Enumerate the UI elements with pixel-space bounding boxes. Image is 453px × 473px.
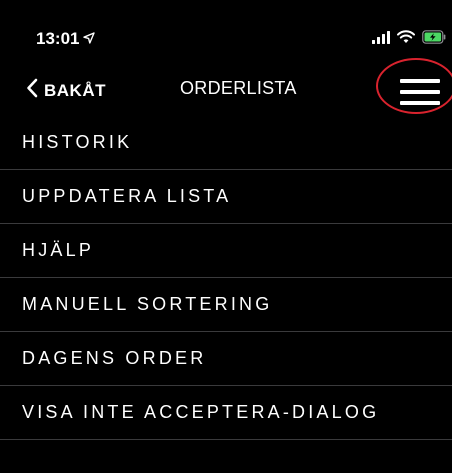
dropdown-menu-list: HISTORIK UPPDATERA LISTA HJÄLP MANUELL S… [0,116,452,440]
back-button[interactable]: BAKÅT [26,78,106,103]
nav-bar: BAKÅT ORDERLISTA [0,70,452,114]
chevron-left-icon [26,78,38,103]
hamburger-menu-button[interactable] [392,74,440,110]
menu-item-visa-inte-acceptera-dialog[interactable]: VISA INTE ACCEPTERA-DIALOG [0,386,452,440]
wifi-icon [397,30,415,49]
battery-charging-icon [422,30,446,49]
status-icons [372,30,446,49]
cellular-signal-icon [372,30,390,49]
status-time-group: 13:01 [36,29,96,49]
menu-item-dagens-order[interactable]: DAGENS ORDER [0,332,452,386]
status-time: 13:01 [36,29,80,48]
status-bar: 13:01 [0,0,452,70]
menu-item-historik[interactable]: HISTORIK [0,116,452,170]
page-title: ORDERLISTA [180,78,297,98]
menu-item-hjalp[interactable]: HJÄLP [0,224,452,278]
menu-item-manuell-sortering[interactable]: MANUELL SORTERING [0,278,452,332]
menu-item-uppdatera-lista[interactable]: UPPDATERA LISTA [0,170,452,224]
location-arrow-icon [83,29,96,49]
app-screen: 13:01 BAKÅT ORDERLISTA HISTORIK UPPDATER… [0,0,452,473]
back-button-label: BAKÅT [44,80,106,100]
